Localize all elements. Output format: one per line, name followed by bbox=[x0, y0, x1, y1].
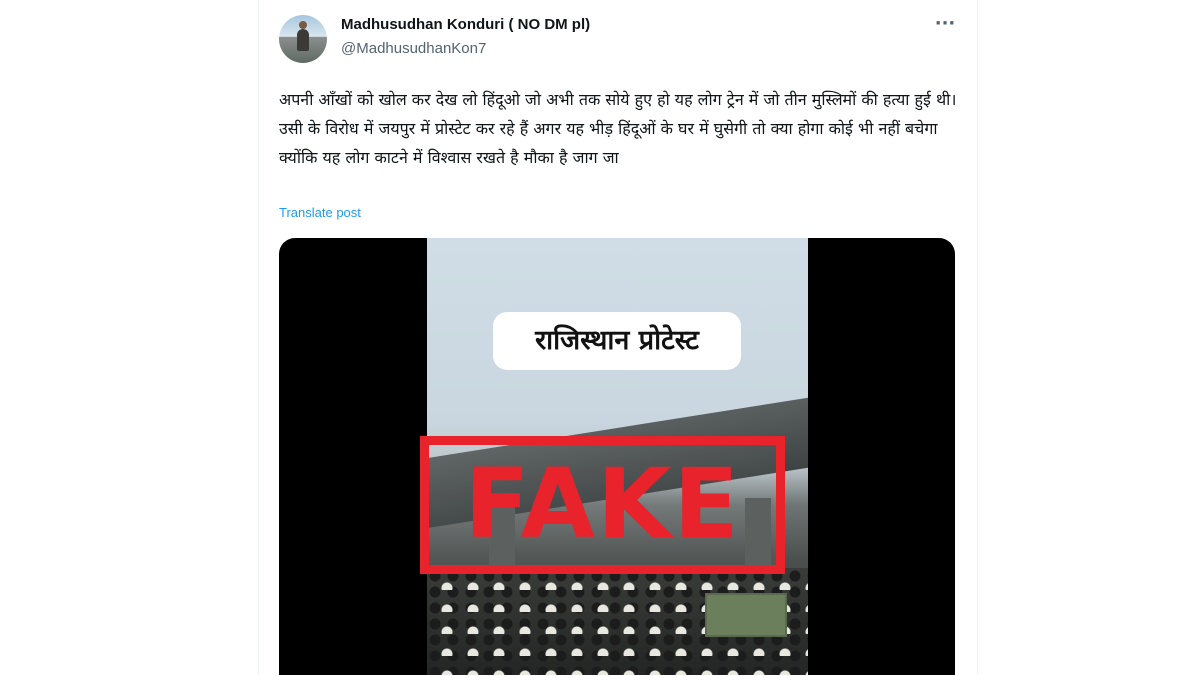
roadside-sign bbox=[705, 593, 787, 637]
author-handle[interactable]: @MadhusudhanKon7 bbox=[341, 40, 486, 57]
more-horizontal-icon[interactable]: ··· bbox=[933, 12, 957, 36]
author-name[interactable]: Madhusudhan Konduri ( NO DM pl) bbox=[341, 16, 590, 33]
post-text: अपनी आँखों को खोल कर देख लो हिंदूओ जो अभ… bbox=[279, 90, 957, 167]
avatar-figure bbox=[297, 21, 309, 51]
post-card[interactable]: Madhusudhan Konduri ( NO DM pl) @Madhusu… bbox=[258, 0, 978, 675]
video-caption: राजिस्थान प्रोटेस्ट bbox=[493, 312, 741, 370]
translate-post-link[interactable]: Translate post bbox=[279, 205, 361, 220]
post-media-video[interactable]: राजिस्थान प्रोटेस्ट FAKE bbox=[279, 238, 955, 675]
author-avatar[interactable] bbox=[279, 15, 327, 63]
fake-stamp: FAKE bbox=[420, 436, 785, 574]
